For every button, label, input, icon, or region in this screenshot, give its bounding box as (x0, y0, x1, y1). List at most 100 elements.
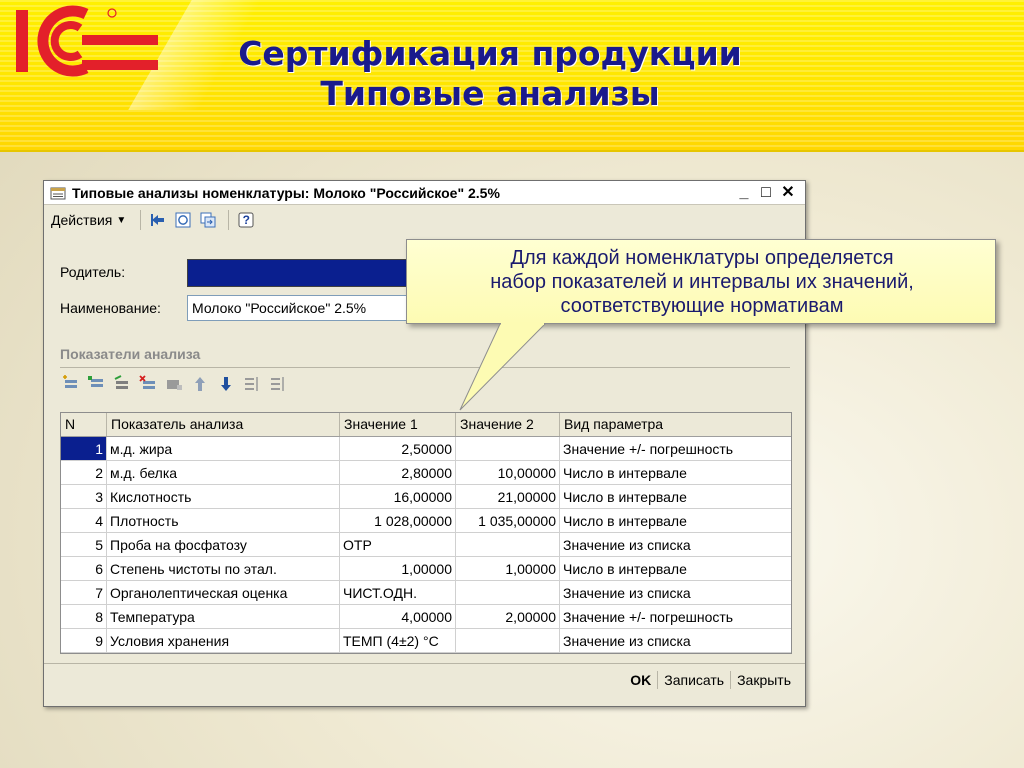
end-edit-icon (167, 380, 182, 390)
cell-value2[interactable] (456, 533, 560, 557)
go-to-parent-button[interactable] (147, 209, 169, 231)
table-row[interactable]: 1 м.д. жира 2,50000 Значение +/- погрешн… (61, 437, 791, 461)
window-titlebar[interactable]: Типовые анализы номенклатуры: Молоко "Ро… (44, 181, 805, 205)
table-row[interactable]: 6 Степень чистоты по этал. 1,00000 1,000… (61, 557, 791, 581)
footer-divider (44, 663, 805, 664)
cell-type[interactable]: Число в интервале (560, 509, 791, 533)
column-header-type[interactable]: Вид параметра (560, 413, 791, 436)
cell-value2[interactable] (456, 581, 560, 605)
section-divider (60, 367, 790, 368)
table-header: N Показатель анализа Значение 1 Значение… (61, 413, 791, 437)
cell-name[interactable]: Проба на фосфатозу (107, 533, 340, 557)
cell-n[interactable]: 6 (61, 557, 107, 581)
name-label: Наименование: (60, 300, 161, 316)
cell-value2[interactable] (456, 629, 560, 653)
close-window-button[interactable]: ✕ (777, 183, 799, 203)
cell-value2[interactable]: 2,00000 (456, 605, 560, 629)
move-down-button[interactable] (216, 374, 236, 394)
cell-type[interactable]: Значение +/- погрешность (560, 605, 791, 629)
cell-value1[interactable]: 16,00000 (340, 485, 456, 509)
edit-row-button[interactable] (112, 374, 132, 394)
move-up-button[interactable] (190, 374, 210, 394)
name-field[interactable]: Молоко "Российское" 2.5% (187, 295, 413, 321)
cell-name[interactable]: Температура (107, 605, 340, 629)
copy-row-button[interactable] (86, 374, 106, 394)
cell-value1[interactable]: 2,50000 (340, 437, 456, 461)
cell-type[interactable]: Значение из списка (560, 581, 791, 605)
help-button[interactable]: ? (235, 209, 257, 231)
callout-text: Для каждой номенклатуры определяется наб… (407, 246, 997, 318)
cell-n[interactable]: 5 (61, 533, 107, 557)
cell-type[interactable]: Число в интервале (560, 485, 791, 509)
table-row[interactable]: 7 Органолептическая оценка ЧИСТ.ОДН. Зна… (61, 581, 791, 605)
table-row[interactable]: 3 Кислотность 16,00000 21,00000 Число в … (61, 485, 791, 509)
add-row-button[interactable] (60, 374, 80, 394)
cell-type[interactable]: Число в интервале (560, 461, 791, 485)
analysis-section-title: Показатели анализа (60, 346, 201, 362)
cell-name[interactable]: Плотность (107, 509, 340, 533)
cell-name[interactable]: Кислотность (107, 485, 340, 509)
parent-field[interactable] (187, 259, 413, 287)
sort-descending-button[interactable] (268, 374, 288, 394)
cell-type[interactable]: Значение +/- погрешность (560, 437, 791, 461)
table-row[interactable]: 9 Условия хранения ТЕМП (4±2) °C Значени… (61, 629, 791, 653)
cell-name[interactable]: Степень чистоты по этал. (107, 557, 340, 581)
form-toolbar: Действия ▼ ? (44, 205, 805, 235)
cell-n[interactable]: 7 (61, 581, 107, 605)
refresh-icon (175, 212, 191, 228)
cell-n[interactable]: 2 (61, 461, 107, 485)
cell-value1[interactable]: 1,00000 (340, 557, 456, 581)
end-edit-button[interactable] (164, 374, 184, 394)
maximize-button[interactable]: □ (755, 183, 777, 203)
minimize-button[interactable]: _ (733, 183, 755, 203)
cell-value2[interactable]: 1,00000 (456, 557, 560, 581)
cell-n[interactable]: 9 (61, 629, 107, 653)
cell-n[interactable]: 1 (61, 437, 107, 461)
arrow-up-icon (195, 377, 205, 391)
column-header-n[interactable]: N (61, 413, 107, 436)
callout-line1: Для каждой номенклатуры определяется (510, 247, 894, 269)
column-header-name[interactable]: Показатель анализа (107, 413, 340, 436)
copy-button[interactable] (197, 209, 219, 231)
cell-name[interactable]: Условия хранения (107, 629, 340, 653)
delete-row-button[interactable] (138, 374, 158, 394)
close-button[interactable]: Закрыть (731, 672, 797, 688)
table-row[interactable]: 8 Температура 4,00000 2,00000 Значение +… (61, 605, 791, 629)
column-header-value2[interactable]: Значение 2 (456, 413, 560, 436)
copy-row-icon (88, 376, 103, 387)
cell-name[interactable]: м.д. жира (107, 437, 340, 461)
sort-asc-icon (245, 377, 258, 391)
analysis-table: N Показатель анализа Значение 1 Значение… (60, 412, 792, 654)
edit-row-icon (114, 375, 128, 389)
help-label: ? (242, 213, 250, 227)
table-row[interactable]: 5 Проба на фосфатозу ОТР Значение из спи… (61, 533, 791, 557)
table-row[interactable]: 4 Плотность 1 028,00000 1 035,00000 Числ… (61, 509, 791, 533)
cell-n[interactable]: 4 (61, 509, 107, 533)
cell-value2[interactable]: 21,00000 (456, 485, 560, 509)
cell-name[interactable]: м.д. белка (107, 461, 340, 485)
toolbar-separator (140, 210, 142, 230)
cell-value2[interactable]: 10,00000 (456, 461, 560, 485)
cell-value1[interactable]: 1 028,00000 (340, 509, 456, 533)
cell-value1[interactable]: ТЕМП (4±2) °C (340, 629, 456, 653)
cell-value1[interactable]: ЧИСТ.ОДН. (340, 581, 456, 605)
ok-button[interactable]: OK (624, 672, 657, 688)
cell-n[interactable]: 3 (61, 485, 107, 509)
cell-value2[interactable] (456, 437, 560, 461)
refresh-button[interactable] (172, 209, 194, 231)
cell-type[interactable]: Значение из списка (560, 533, 791, 557)
cell-value2[interactable]: 1 035,00000 (456, 509, 560, 533)
toolbar-separator (228, 210, 230, 230)
save-button[interactable]: Записать (658, 672, 730, 688)
cell-type[interactable]: Число в интервале (560, 557, 791, 581)
cell-value1[interactable]: 2,80000 (340, 461, 456, 485)
table-row[interactable]: 2 м.д. белка 2,80000 10,00000 Число в ин… (61, 461, 791, 485)
sort-ascending-button[interactable] (242, 374, 262, 394)
cell-name[interactable]: Органолептическая оценка (107, 581, 340, 605)
actions-menu-button[interactable]: Действия ▼ (51, 212, 126, 228)
cell-type[interactable]: Значение из списка (560, 629, 791, 653)
cell-n[interactable]: 8 (61, 605, 107, 629)
column-header-value1[interactable]: Значение 1 (340, 413, 456, 436)
cell-value1[interactable]: ОТР (340, 533, 456, 557)
cell-value1[interactable]: 4,00000 (340, 605, 456, 629)
